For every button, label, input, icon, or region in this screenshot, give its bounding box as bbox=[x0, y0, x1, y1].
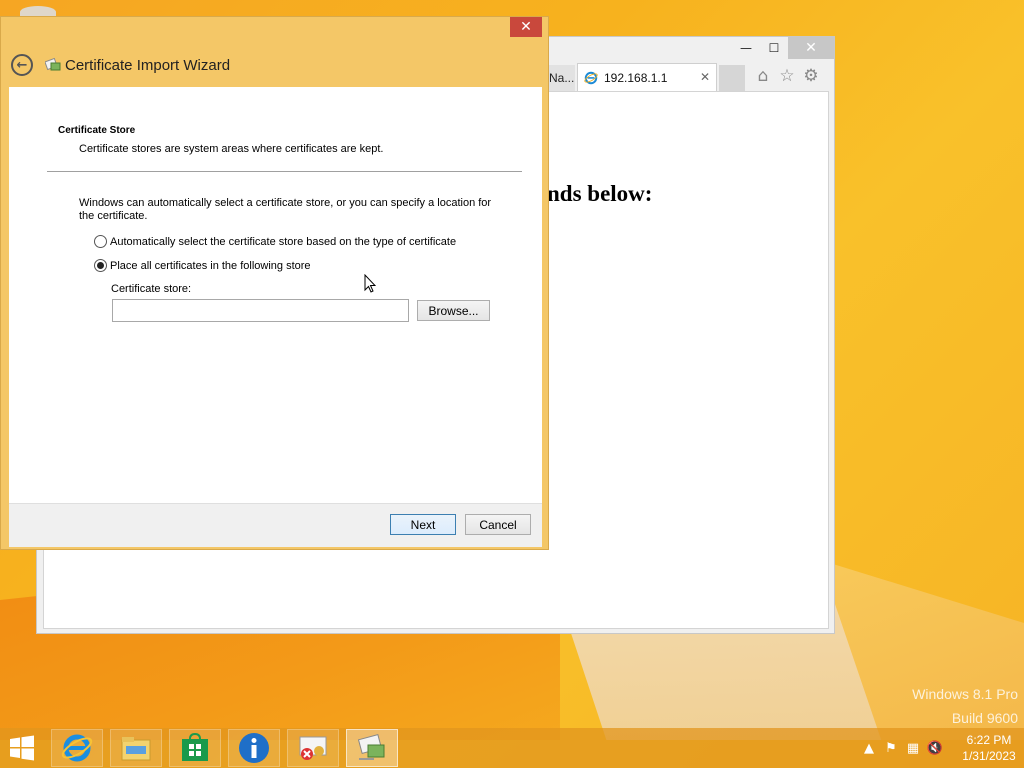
certificate-icon bbox=[45, 57, 61, 71]
intro-text: Windows can automatically select a certi… bbox=[79, 197, 492, 222]
wizard-title: Certificate Import Wizard bbox=[65, 56, 231, 74]
next-button[interactable]: Next bbox=[390, 514, 456, 535]
store-icon bbox=[182, 733, 208, 761]
new-tab-button[interactable] bbox=[719, 65, 745, 91]
home-icon[interactable]: ⌂ bbox=[753, 65, 773, 87]
show-hidden-icons-arrow-icon[interactable]: ▲ bbox=[858, 741, 880, 756]
wizard-footer: Next Cancel bbox=[9, 503, 542, 547]
taskbar-certificate-wizard[interactable] bbox=[346, 729, 398, 767]
tab-close-icon[interactable]: ✕ bbox=[700, 70, 710, 84]
page-heading: nds below: bbox=[547, 181, 653, 206]
browse-button[interactable]: Browse... bbox=[417, 300, 490, 321]
certificate-wizard-icon bbox=[357, 734, 385, 760]
windows-logo-icon bbox=[10, 735, 34, 761]
taskbar-certificate-error[interactable] bbox=[287, 729, 339, 767]
taskbar-internet-explorer[interactable] bbox=[51, 729, 103, 767]
action-center-flag-icon[interactable]: ⚑ bbox=[880, 741, 902, 756]
certificate-error-icon bbox=[299, 736, 327, 760]
certificate-store-field[interactable] bbox=[112, 299, 409, 322]
wizard-body: Certificate Store Certificate stores are… bbox=[9, 87, 542, 503]
browser-caption-buttons: — ☐ ✕ bbox=[732, 37, 834, 59]
browser-close-button[interactable]: ✕ bbox=[788, 37, 834, 59]
favorites-star-icon[interactable]: ☆ bbox=[777, 65, 797, 87]
taskbar-info-app[interactable] bbox=[228, 729, 280, 767]
clock-date: 1/31/2023 bbox=[962, 749, 1016, 763]
divider bbox=[47, 171, 522, 172]
clock[interactable]: 6:22 PM 1/31/2023 bbox=[954, 732, 1024, 764]
radio-label-auto: Automatically select the certificate sto… bbox=[110, 235, 457, 248]
clock-time: 6:22 PM bbox=[966, 733, 1012, 747]
windows-version-watermark: Windows 8.1 Pro bbox=[912, 686, 1018, 702]
minimize-button[interactable]: — bbox=[732, 37, 760, 59]
radio-button-auto[interactable] bbox=[94, 235, 107, 248]
radio-button-manual[interactable] bbox=[94, 259, 107, 272]
info-icon bbox=[239, 733, 269, 763]
network-icon[interactable]: ▦ bbox=[902, 741, 924, 756]
radio-option-auto[interactable]: Automatically select the certificate sto… bbox=[94, 235, 456, 248]
taskbar-file-explorer[interactable] bbox=[110, 729, 162, 767]
internet-explorer-icon bbox=[61, 734, 93, 762]
radio-label-manual: Place all certificates in the following … bbox=[110, 259, 311, 272]
start-button[interactable] bbox=[0, 728, 44, 768]
certificate-store-label: Certificate store: bbox=[111, 283, 192, 295]
mouse-cursor-icon bbox=[364, 274, 376, 293]
settings-gear-icon[interactable]: ⚙ bbox=[801, 65, 821, 87]
windows-build-watermark: Build 9600 bbox=[951, 710, 1018, 726]
file-explorer-icon bbox=[121, 737, 151, 761]
section-description: Certificate stores are system areas wher… bbox=[79, 143, 384, 155]
browser-tab-previous[interactable]: Na... bbox=[545, 65, 575, 91]
taskbar-store[interactable] bbox=[169, 729, 221, 767]
wizard-header: ← Certificate Import Wizard bbox=[11, 53, 230, 77]
tab-title: 192.168.1.1 bbox=[604, 70, 668, 85]
system-tray: ▲ ⚑ ▦ 🔇 6:22 PM 1/31/2023 bbox=[858, 728, 1024, 768]
section-title: Certificate Store bbox=[58, 125, 136, 136]
certificate-import-wizard-dialog: ✕ ← Certificate Import Wizard Certificat… bbox=[0, 16, 549, 550]
browser-toolbar-icons: ⌂ ☆ ⚙ bbox=[753, 65, 821, 87]
volume-muted-icon[interactable]: 🔇 bbox=[924, 741, 946, 756]
back-arrow-icon[interactable]: ← bbox=[11, 54, 33, 76]
taskbar: ▲ ⚑ ▦ 🔇 6:22 PM 1/31/2023 bbox=[0, 728, 1024, 768]
cancel-button[interactable]: Cancel bbox=[465, 514, 531, 535]
radio-option-manual[interactable]: Place all certificates in the following … bbox=[94, 259, 311, 272]
browser-tab-active[interactable]: 192.168.1.1 ✕ bbox=[577, 63, 717, 91]
wizard-close-button[interactable]: ✕ bbox=[510, 17, 542, 37]
maximize-button[interactable]: ☐ bbox=[760, 37, 788, 59]
internet-explorer-icon bbox=[584, 71, 598, 84]
